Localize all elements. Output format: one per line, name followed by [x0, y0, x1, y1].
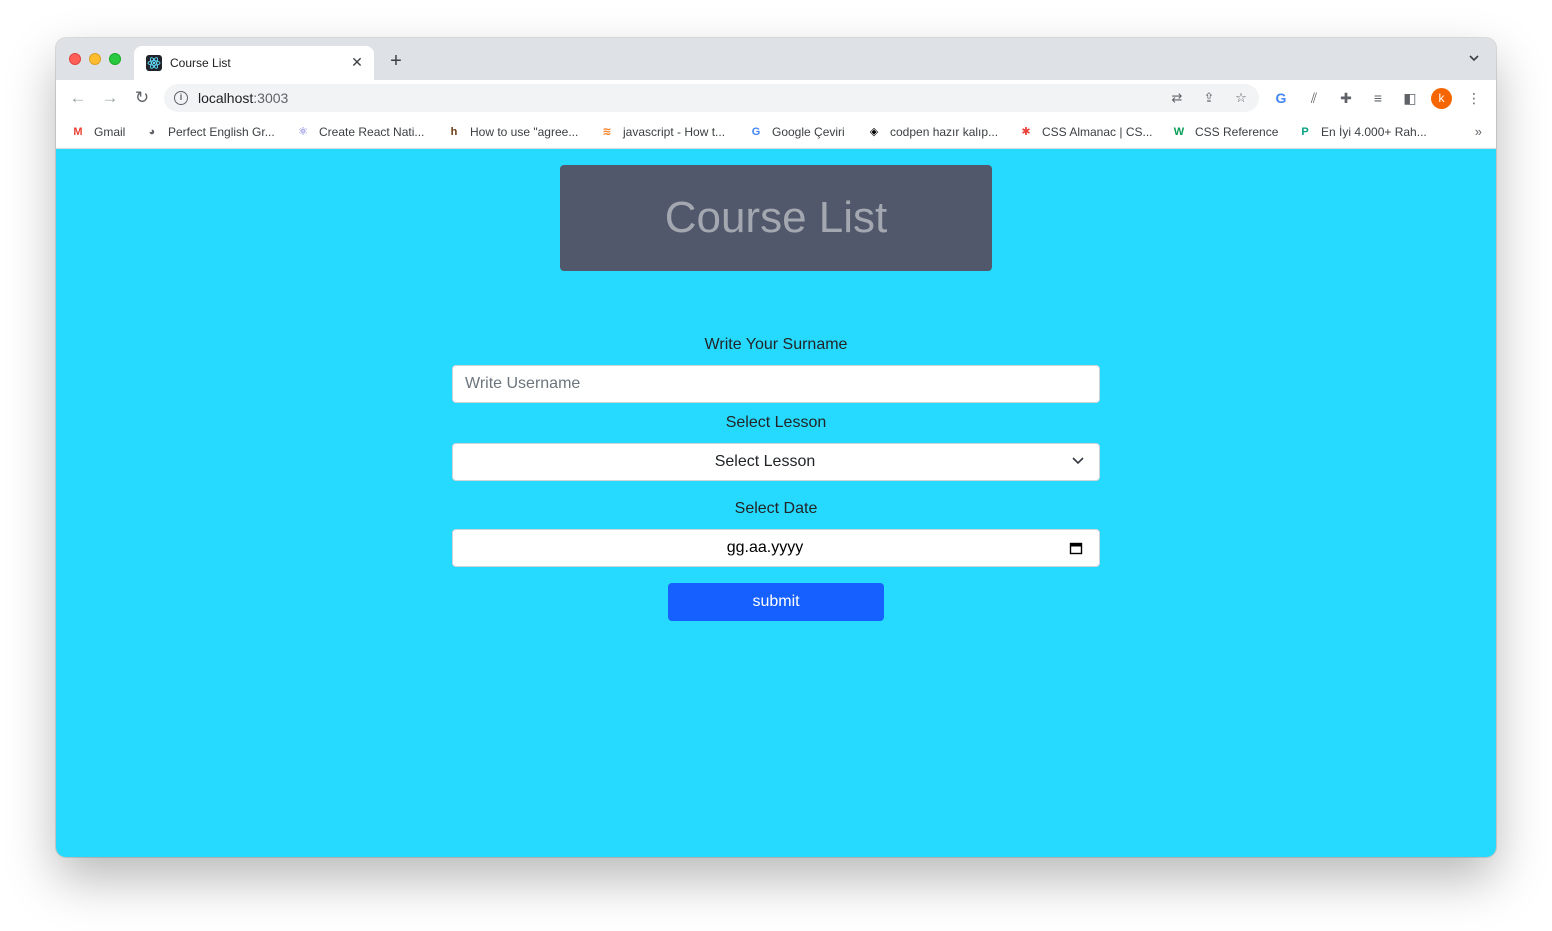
page-content: Course List Write Your Surname Select Le…	[56, 149, 1496, 857]
side-panel-icon[interactable]: ◧	[1400, 88, 1420, 108]
date-input[interactable]: gg.aa.yyyy	[452, 529, 1100, 567]
css-tricks-icon: ✱	[1021, 126, 1031, 138]
url-port: :3003	[253, 90, 289, 106]
bookmark-label: CSS Reference	[1195, 125, 1279, 139]
page-title: Course List	[664, 193, 888, 242]
codepen-icon: ◈	[869, 126, 879, 138]
bookmark-item[interactable]: W CSS Reference	[1171, 122, 1279, 142]
tab-strip: Course List ✕ +	[56, 38, 1496, 80]
browser-toolbar: ← → ↻ i localhost:3003 ⇄ ⇪ ☆ G ⫽ ✚ ≡ ◧ k…	[56, 80, 1496, 116]
w3-icon: W	[1173, 126, 1185, 138]
share-icon[interactable]: ⇪	[1200, 89, 1218, 107]
chevron-down-icon	[1071, 453, 1085, 467]
bookmark-label: How to use "agree...	[470, 125, 579, 139]
close-tab-icon[interactable]: ✕	[348, 53, 366, 71]
url-host: localhost	[198, 90, 254, 106]
bookmark-item[interactable]: G Google Çeviri	[748, 122, 845, 142]
bookmark-item[interactable]: ◈ codpen hazır kalıp...	[866, 122, 998, 142]
bookmark-item[interactable]: ✱ CSS Almanac | CS...	[1018, 122, 1153, 142]
tab-course-list[interactable]: Course List ✕	[134, 46, 374, 80]
lesson-label: Select Lesson	[725, 414, 827, 431]
bookmark-item[interactable]: ◕ Perfect English Gr...	[144, 122, 275, 142]
bookmarks-overflow-icon[interactable]: »	[1475, 124, 1482, 139]
stackoverflow-icon: ≋	[602, 126, 612, 138]
submit-button[interactable]: submit	[668, 583, 884, 621]
bookmark-label: Create React Nati...	[319, 125, 425, 139]
bookmark-label: codpen hazır kalıp...	[890, 125, 999, 139]
date-input-value: gg.aa.yyyy	[726, 539, 804, 556]
maximize-window-button[interactable]	[109, 53, 121, 65]
new-tab-button[interactable]: +	[386, 51, 406, 71]
bookmark-label: Perfect English Gr...	[168, 125, 275, 139]
reading-list-icon[interactable]: ≡	[1368, 88, 1388, 108]
reload-icon[interactable]: ↻	[130, 86, 154, 110]
hashnode-icon: h	[450, 126, 458, 138]
lesson-select[interactable]: Select Lesson	[452, 443, 1100, 481]
google-translate-extension-icon[interactable]: G	[1271, 88, 1291, 108]
google-translate-icon: G	[751, 126, 761, 138]
page-header: Course List	[560, 165, 992, 271]
bookmark-item[interactable]: P En İyi 4.000+ Rah...	[1297, 122, 1427, 142]
surname-label: Write Your Surname	[704, 336, 848, 353]
bookmark-label: En İyi 4.000+ Rah...	[1321, 125, 1427, 139]
browser-window: Course List ✕ + ← → ↻ i localhost:3003 ⇄…	[56, 38, 1496, 857]
close-window-button[interactable]	[69, 53, 81, 65]
react-favicon-icon	[146, 55, 162, 71]
translate-icon[interactable]: ⇄	[1168, 89, 1186, 107]
globe-icon: ◕	[148, 126, 156, 138]
pexels-icon: P	[1301, 126, 1309, 138]
address-bar[interactable]: i localhost:3003 ⇄ ⇪ ☆	[164, 84, 1259, 112]
username-input[interactable]	[453, 366, 1099, 402]
site-info-icon[interactable]: i	[174, 91, 188, 105]
tab-search-icon[interactable]	[1466, 52, 1482, 68]
minimize-window-button[interactable]	[89, 53, 101, 65]
back-icon[interactable]: ←	[66, 86, 90, 110]
react-icon: ⚛	[298, 126, 308, 138]
lesson-select-value: Select Lesson	[714, 453, 816, 470]
date-label: Select Date	[734, 500, 818, 517]
bookmark-item[interactable]: M Gmail	[70, 122, 125, 142]
profile-avatar[interactable]: k	[1431, 88, 1452, 109]
tab-title: Course List	[170, 56, 231, 70]
calendar-icon[interactable]	[1069, 541, 1083, 555]
forward-icon[interactable]: →	[98, 86, 122, 110]
bookmark-star-icon[interactable]: ☆	[1232, 89, 1250, 107]
menu-kebab-icon[interactable]: ⋮	[1464, 88, 1484, 108]
extensions-puzzle-icon[interactable]: ✚	[1336, 88, 1356, 108]
bookmarks-bar: M Gmail ◕ Perfect English Gr... ⚛ Create Reac…	[56, 116, 1496, 149]
bookmark-label: javascript - How t...	[623, 125, 726, 139]
bookmark-label: Gmail	[94, 125, 126, 139]
bookmark-item[interactable]: h How to use "agree...	[446, 122, 579, 142]
bookmark-label: Google Çeviri	[772, 125, 845, 139]
bookmark-item[interactable]: ≋ javascript - How t...	[599, 122, 725, 142]
performance-extension-icon[interactable]: ⫽	[1304, 88, 1324, 108]
url-text[interactable]: localhost:3003	[198, 90, 288, 106]
bookmark-label: CSS Almanac | CS...	[1042, 125, 1153, 139]
bookmark-item[interactable]: ⚛ Create React Nati...	[295, 122, 424, 142]
gmail-icon: M	[73, 126, 83, 138]
username-field[interactable]	[452, 365, 1100, 403]
